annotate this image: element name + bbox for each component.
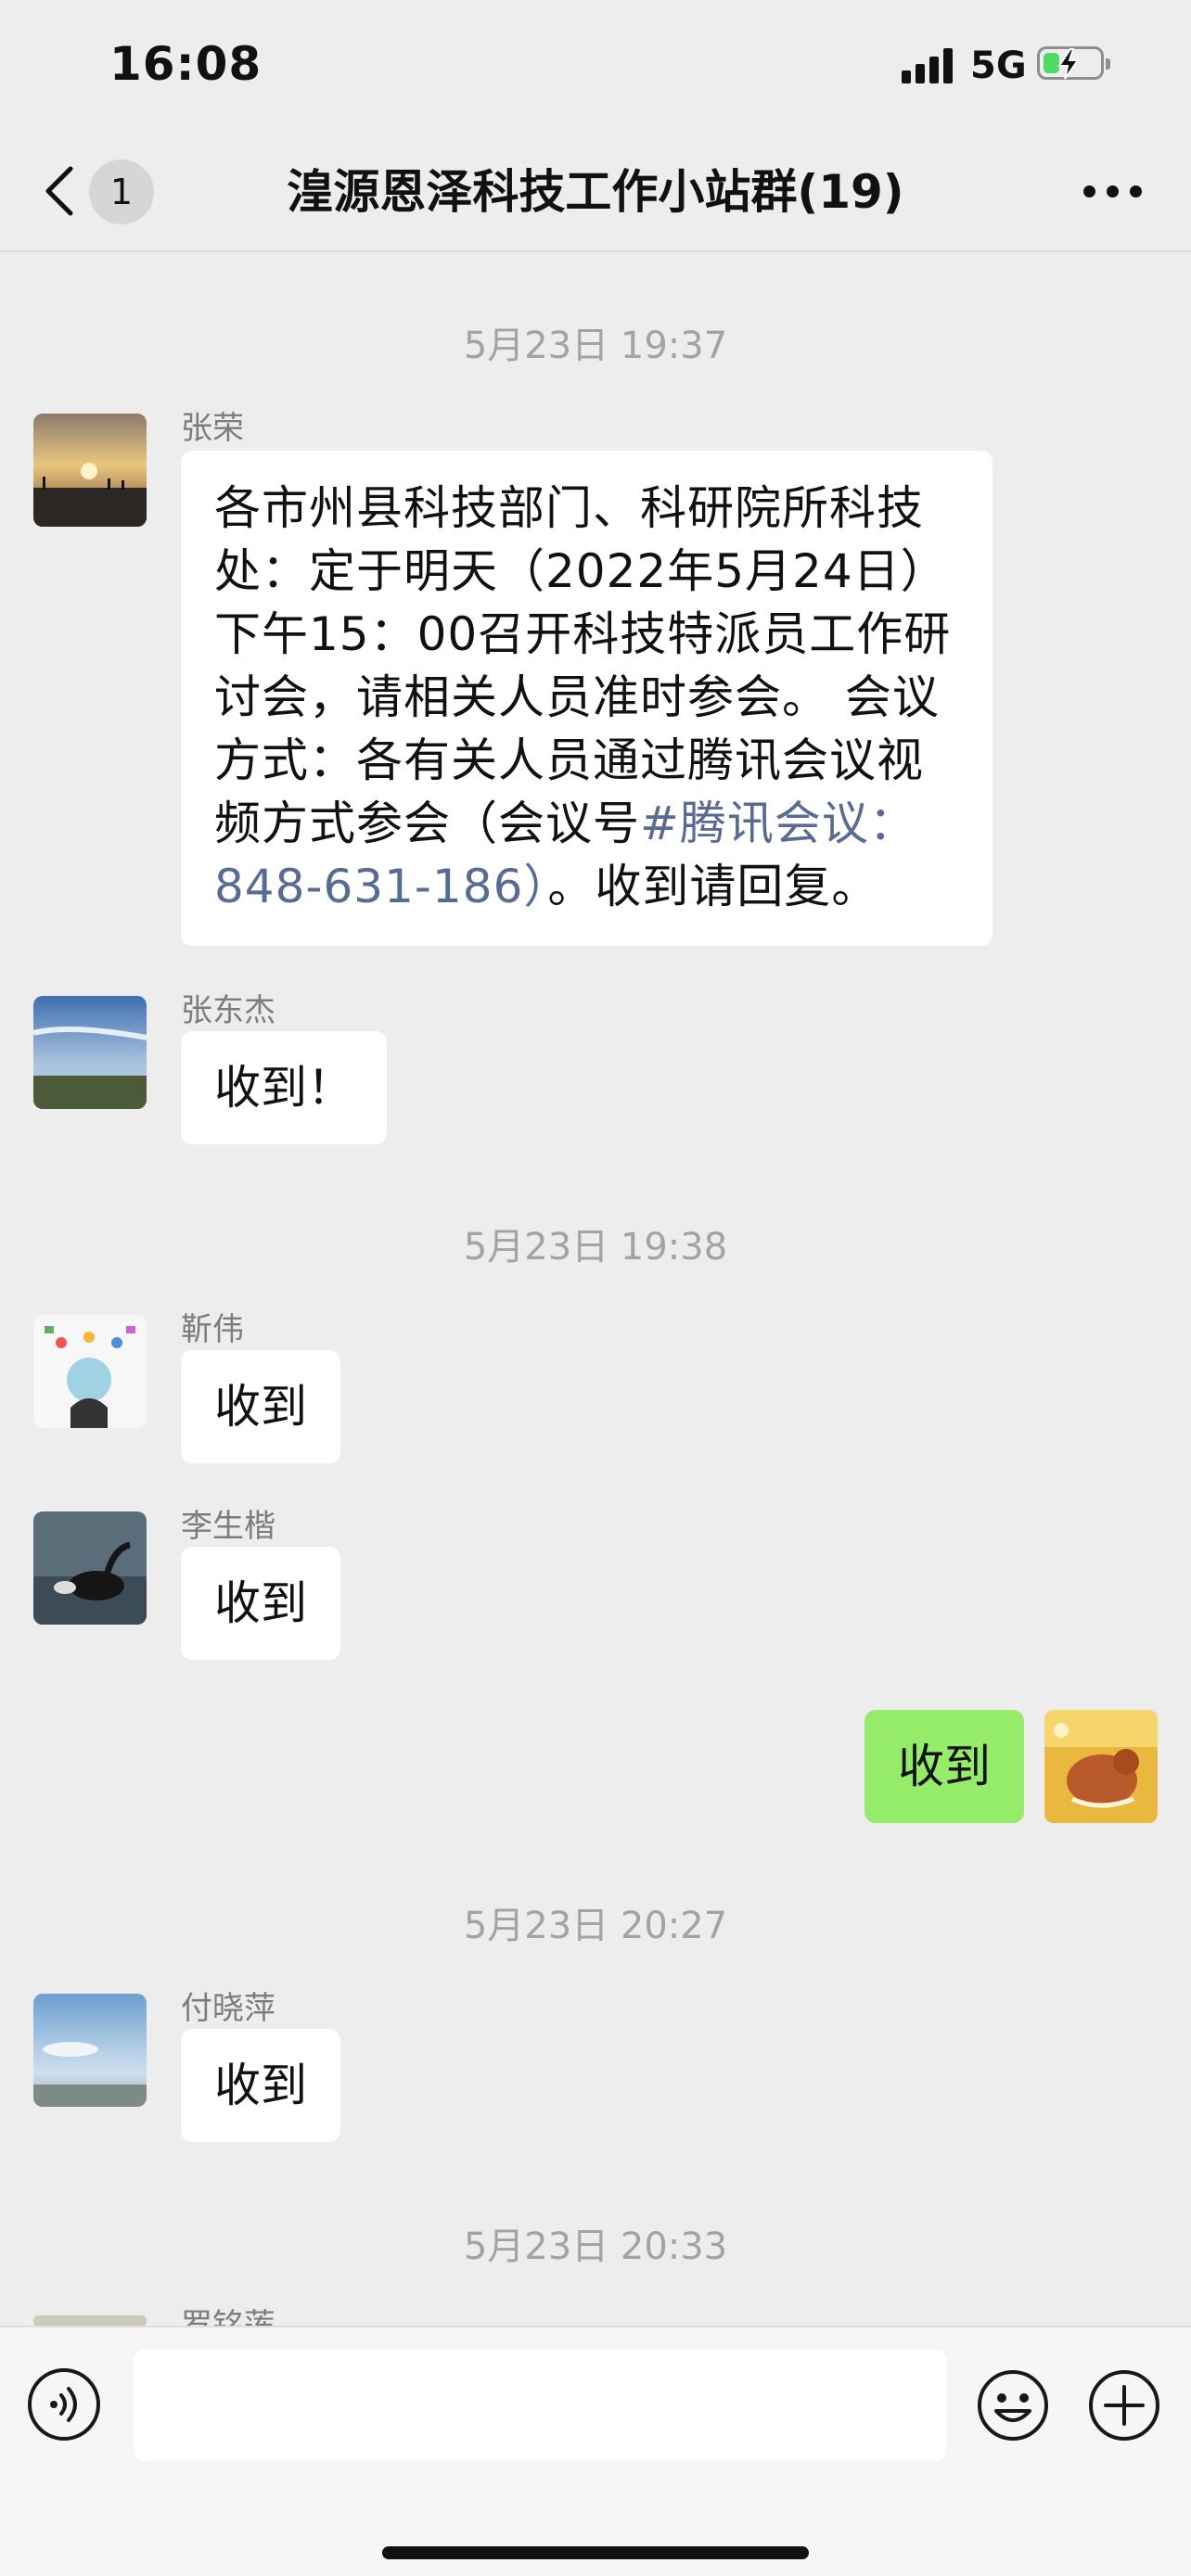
message-bubble[interactable]: 收到！ [181,1031,387,1144]
message-bubble[interactable]: 收到 [181,1547,340,1660]
message-bubble[interactable]: 收到 [181,2029,340,2142]
message-input[interactable] [134,2350,946,2461]
timestamp: 5月23日 20:27 [463,1905,728,1947]
charging-bolt-icon [1057,48,1080,80]
status-bar: 16:08 5G [0,0,1191,130]
timestamp: 5月23日 19:37 [463,325,728,367]
chat-screen: 16:08 5G 1 湟源恩泽科技工作小站群(19) 5月23日 19:37 张… [0,0,1191,2576]
chat-title: 湟源恩泽科技工作小站群(19) [287,165,904,219]
battery-icon [1037,46,1110,80]
sender-name: 李生楷 [181,1508,275,1545]
message-text-suffix: 。收到请回复。 [547,860,879,913]
timestamp: 5月23日 19:38 [463,1226,728,1269]
sender-name: 罗铭莲 [181,2307,275,2326]
sender-name: 张东杰 [181,992,275,1029]
avatar[interactable] [33,1315,147,1428]
signal-icon [902,48,954,83]
sender-name: 张荣 [181,410,244,447]
chevron-left-icon[interactable] [41,163,78,219]
home-indicator[interactable] [382,2546,809,2559]
ellipsis-icon[interactable] [1083,182,1143,204]
sender-name: 付晓萍 [181,1990,275,2027]
plus-icon[interactable] [1087,2368,1161,2442]
own-message-bubble[interactable]: 收到 [864,1710,1024,1823]
unread-count-badge[interactable]: 1 [89,159,154,224]
message-text: 收到 [898,1740,991,1793]
timestamp: 5月23日 20:33 [463,2225,728,2268]
status-time: 16:08 [109,37,263,91]
message-text: 收到 [214,2059,307,2112]
nav-bar: 1 湟源恩泽科技工作小站群(19) [0,130,1191,252]
message-text: 收到！ [214,1061,353,1115]
avatar[interactable] [33,414,147,527]
emoji-icon[interactable] [976,2368,1050,2442]
message-text: 收到 [214,1576,307,1630]
voice-icon[interactable] [28,2368,100,2441]
input-bar [0,2326,1191,2576]
avatar[interactable] [33,1511,147,1625]
own-avatar[interactable] [1044,1710,1158,1823]
sender-name: 靳伟 [181,1311,244,1348]
network-label: 5G [970,45,1027,87]
message-text: 各市州县科技部门、科研院所科技处：定于明天（2022年5月24日）下午15：00… [214,481,952,850]
message-text: 收到 [214,1380,307,1434]
message-bubble[interactable]: 各市州县科技部门、科研院所科技处：定于明天（2022年5月24日）下午15：00… [181,451,992,946]
message-bubble[interactable]: 收到 [181,1350,340,1463]
avatar[interactable] [33,996,147,1109]
avatar[interactable] [33,1994,147,2107]
